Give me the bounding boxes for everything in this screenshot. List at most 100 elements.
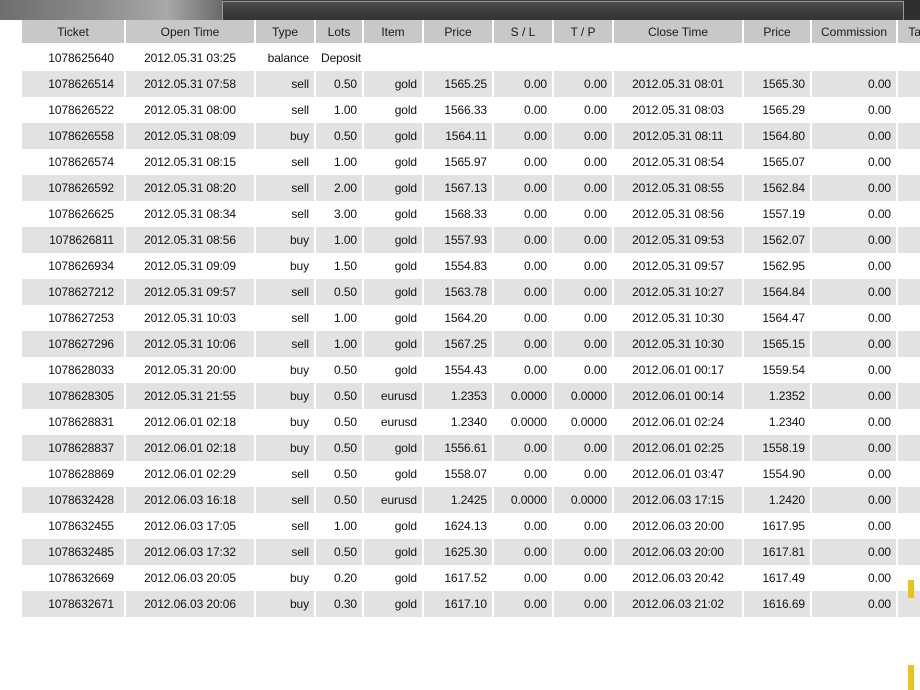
cell-lots: 0.50 — [315, 539, 364, 565]
cell-tp: 0.00 — [553, 539, 614, 565]
cell-type: sell — [255, 201, 316, 227]
cell-close-price: 1565.29 — [743, 97, 812, 123]
cell-close-price: 1562.84 — [743, 175, 812, 201]
column-header-price[interactable]: Price — [423, 20, 494, 45]
window-chrome-bar — [0, 0, 920, 20]
cell-lots: 0.50 — [315, 383, 364, 409]
cell-price — [423, 44, 494, 71]
cell-taxes: 0.00 — [897, 357, 920, 383]
column-header-open-time[interactable]: Open Time — [125, 20, 256, 45]
cell-close-price: 1617.49 — [743, 565, 812, 591]
cell-taxes: 0.00 — [897, 279, 920, 305]
column-header-tp[interactable]: T / P — [553, 20, 614, 45]
cell-close-time: 2012.05.31 09:57 — [613, 253, 744, 279]
cell-item: gold — [363, 591, 424, 617]
cell-open-time: 2012.05.31 10:06 — [125, 331, 256, 357]
table-row[interactable]: 1078626625 2012.05.31 08:34 sell 3.00 gold 15… — [22, 201, 920, 227]
cell-lots: 0.50 — [315, 435, 364, 461]
cell-close-time: 2012.06.01 03:47 — [613, 461, 744, 487]
cell-type: sell — [255, 175, 316, 201]
table-row[interactable]: 1078626574 2012.05.31 08:15 sell 1.00 gold 15… — [22, 149, 920, 175]
table-row[interactable]: 1078632669 2012.06.03 20:05 buy 0.20 gold 161… — [22, 565, 920, 591]
cell-ticket: 1078626592 — [22, 175, 126, 201]
column-header-close-price[interactable]: Price — [743, 20, 812, 45]
cell-item: gold — [363, 97, 424, 123]
table-row[interactable]: 1078627212 2012.05.31 09:57 sell 0.50 gold 15… — [22, 279, 920, 305]
table-row[interactable]: 1078626514 2012.05.31 07:58 sell 0.50 gold 15… — [22, 71, 920, 97]
cell-close-time: 2012.05.31 08:56 — [613, 201, 744, 227]
cell-sl: 0.00 — [493, 123, 554, 149]
cell-sl: 0.00 — [493, 331, 554, 357]
table-row[interactable]: 1078628869 2012.06.01 02:29 sell 0.50 gold 15… — [22, 461, 920, 487]
cell-taxes: 0.00 — [897, 539, 920, 565]
table-row[interactable]: 1078632671 2012.06.03 20:06 buy 0.30 gold 161… — [22, 591, 920, 617]
table-row[interactable]: 1078627253 2012.05.31 10:03 sell 1.00 gold 15… — [22, 305, 920, 331]
table-row[interactable]: 1078628033 2012.05.31 20:00 buy 0.50 gold 155… — [22, 357, 920, 383]
cell-open-time: 2012.06.03 17:32 — [125, 539, 256, 565]
table-row[interactable]: 1078625640 2012.05.31 03:25 balance Deposit… — [22, 44, 920, 71]
cell-ticket: 1078632671 — [22, 591, 126, 617]
cell-close-time: 2012.05.31 08:03 — [613, 97, 744, 123]
column-header-sl[interactable]: S / L — [493, 20, 554, 45]
cell-open-time: 2012.06.01 02:18 — [125, 435, 256, 461]
column-header-lots[interactable]: Lots — [315, 20, 364, 45]
cell-taxes: 0.00 — [897, 97, 920, 123]
cell-commission: 0.00 — [811, 175, 898, 201]
cell-tp: 0.00 — [553, 279, 614, 305]
column-header-commission[interactable]: Commission — [811, 20, 898, 45]
cell-close-price: 1554.90 — [743, 461, 812, 487]
column-header-ticket[interactable]: Ticket — [22, 20, 126, 45]
cell-type: buy — [255, 253, 316, 279]
cell-lots: 0.50 — [315, 279, 364, 305]
table-row[interactable]: 1078626558 2012.05.31 08:09 buy 0.50 gold 156… — [22, 123, 920, 149]
cell-price: 1624.13 — [423, 513, 494, 539]
column-header-close-time[interactable]: Close Time — [613, 20, 744, 45]
cell-close-time: 2012.06.03 20:00 — [613, 513, 744, 539]
cell-tp: 0.00 — [553, 357, 614, 383]
cell-ticket: 1078632485 — [22, 539, 126, 565]
table-row[interactable]: 1078628831 2012.06.01 02:18 buy 0.50 eurusd 1… — [22, 409, 920, 435]
cell-sl: 0.00 — [493, 201, 554, 227]
table-row[interactable]: 1078626934 2012.05.31 09:09 buy 1.50 gold 155… — [22, 253, 920, 279]
cell-lots: 1.00 — [315, 149, 364, 175]
cell-type: sell — [255, 461, 316, 487]
cell-price: 1617.10 — [423, 591, 494, 617]
cell-open-time: 2012.05.31 08:09 — [125, 123, 256, 149]
cell-close-time: 2012.05.31 09:53 — [613, 227, 744, 253]
table-row[interactable]: 1078626522 2012.05.31 08:00 sell 1.00 gold 15… — [22, 97, 920, 123]
table-row[interactable]: 1078626592 2012.05.31 08:20 sell 2.00 gold 15… — [22, 175, 920, 201]
column-header-type[interactable]: Type — [255, 20, 316, 45]
window-chrome-tab[interactable] — [222, 1, 904, 20]
cell-ticket: 1078627253 — [22, 305, 126, 331]
cell-tp: 0.00 — [553, 123, 614, 149]
cell-open-time: 2012.05.31 20:00 — [125, 357, 256, 383]
cell-commission: 0.00 — [811, 97, 898, 123]
cell-commission: 0.00 — [811, 539, 898, 565]
table-row[interactable]: 1078628305 2012.05.31 21:55 buy 0.50 eurusd 1… — [22, 383, 920, 409]
cell-type: sell — [255, 97, 316, 123]
cell-type: sell — [255, 305, 316, 331]
cell-sl: 0.00 — [493, 539, 554, 565]
table-row[interactable]: 1078632485 2012.06.03 17:32 sell 0.50 gold 16… — [22, 539, 920, 565]
cell-price: 1.2353 — [423, 383, 494, 409]
table-row[interactable]: 1078632455 2012.06.03 17:05 sell 1.00 gold 16… — [22, 513, 920, 539]
cell-item: eurusd — [363, 383, 424, 409]
cell-tp: 0.00 — [553, 565, 614, 591]
cell-tp: 0.0000 — [553, 409, 614, 435]
cell-sl: 0.00 — [493, 97, 554, 123]
cell-close-time: 2012.05.31 10:27 — [613, 279, 744, 305]
cell-lots: 1.50 — [315, 253, 364, 279]
cell-item: gold — [363, 513, 424, 539]
table-row[interactable]: 1078632428 2012.06.03 16:18 sell 0.50 eurusd… — [22, 487, 920, 513]
column-header-item[interactable]: Item — [363, 20, 424, 45]
table-row[interactable]: 1078627296 2012.05.31 10:06 sell 1.00 gold 15… — [22, 331, 920, 357]
column-header-taxes[interactable]: Taxes — [897, 20, 920, 45]
cell-close-time: 2012.06.03 17:15 — [613, 487, 744, 513]
cell-price: 1568.33 — [423, 201, 494, 227]
cell-taxes: 0.00 — [897, 487, 920, 513]
cell-close-time: 2012.05.31 08:55 — [613, 175, 744, 201]
table-row[interactable]: 1078628837 2012.06.01 02:18 buy 0.50 gold 155… — [22, 435, 920, 461]
window-chrome-right — [904, 0, 920, 20]
table-row[interactable]: 1078626811 2012.05.31 08:56 buy 1.00 gold 155… — [22, 227, 920, 253]
cell-ticket: 1078626574 — [22, 149, 126, 175]
